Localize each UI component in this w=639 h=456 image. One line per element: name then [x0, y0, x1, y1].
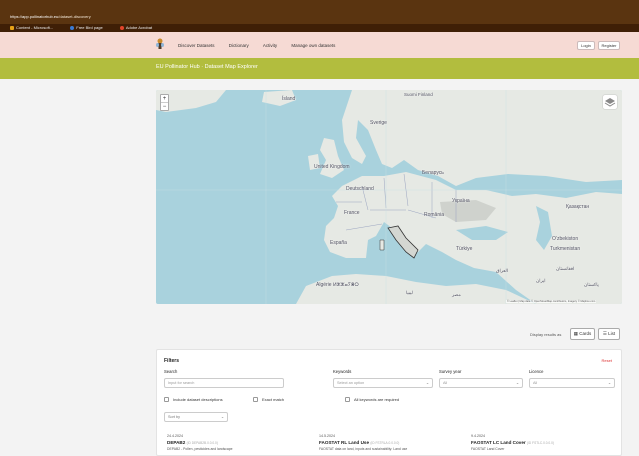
bookmark-item[interactable]: Free Bird page	[70, 25, 110, 30]
card-id: (ID FSTLC.0.0.0.0)	[526, 441, 554, 445]
sort-by-select[interactable]: Sort by ⌄	[164, 412, 228, 422]
map-label: العراق	[496, 268, 509, 273]
map-label: Algérie ⵍⵣⵣⴰⵢⴻⵔ	[316, 282, 359, 288]
chevron-down-icon: ⌄	[515, 381, 519, 385]
map-label: Україна	[452, 198, 470, 204]
include-descriptions-checkbox[interactable]: Include dataset descriptions	[164, 397, 223, 403]
map-view[interactable]: Ísland Suomi Finland Sverige United King…	[156, 90, 622, 304]
chevron-down-icon: ⌄	[607, 381, 611, 385]
map-label: پاکستان	[584, 282, 599, 287]
chevron-down-icon: ⌄	[425, 381, 429, 385]
main-nav: Discover Datasets Dictionary Activity Ma…	[178, 43, 348, 48]
exact-match-checkbox[interactable]: Exact match	[253, 397, 284, 403]
licence-label: Licence	[529, 369, 544, 374]
zoom-control: + −	[160, 94, 169, 111]
map-label: مصر	[452, 292, 461, 297]
layers-button[interactable]	[603, 95, 617, 109]
checkbox-icon	[253, 397, 258, 403]
filters-panel: Filters Reset Search Input for search Ke…	[156, 349, 622, 456]
page-title: EU Pollinator Hub · Dataset Map Explorer	[156, 64, 258, 70]
reset-link[interactable]: Reset	[602, 358, 612, 363]
login-button[interactable]: Login	[577, 41, 595, 50]
map-label: Қазақстан	[566, 204, 590, 210]
nav-discover-datasets[interactable]: Discover Datasets	[178, 43, 215, 48]
zoom-in-button[interactable]: +	[161, 95, 168, 103]
card-date: 14.5.2024	[319, 434, 335, 438]
url-host: https://app.pollinatorhub.eu	[10, 14, 59, 19]
keywords-label: Keywords	[333, 369, 352, 374]
map-label: ليبيا	[406, 290, 413, 295]
card-description: FAOSTAT Land Cover	[471, 447, 505, 451]
search-label: Search	[164, 369, 178, 374]
list-icon: ☰	[602, 331, 607, 336]
card-description: FAOSTAT data on land, inputs and sustain…	[319, 447, 408, 451]
map-label: United Kingdom	[314, 164, 350, 170]
all-keywords-checkbox[interactable]: All keywords are required	[345, 397, 399, 403]
map-label: España	[330, 240, 347, 246]
bookmark-icon	[70, 25, 75, 30]
map-label: Deutschland	[346, 186, 374, 192]
display-results-label: Display results as	[530, 332, 562, 337]
card-date: 24.4.2024	[167, 434, 183, 438]
bookmarks-bar: Content - Microsoft... Free Bird page Ad…	[0, 24, 639, 32]
map-label: Suomi Finland	[404, 92, 433, 97]
checkbox-icon	[345, 397, 350, 403]
search-input[interactable]: Input for search	[164, 378, 284, 388]
map-label: France	[344, 210, 360, 216]
address-bar[interactable]: https://app.pollinatorhub.eu/dataset-dis…	[0, 12, 639, 21]
card-title[interactable]: DEPAB2	[167, 440, 185, 445]
map-label: Türkiye	[456, 246, 473, 252]
map-label: Беларусь	[422, 170, 444, 176]
card-description: DEPAB2 - Pollen, pesticides and landscap…	[167, 447, 233, 451]
map-label: Sverige	[370, 120, 387, 126]
survey-year-select[interactable]: All ⌄	[439, 378, 523, 388]
nav-activity[interactable]: Activity	[263, 43, 277, 48]
map-label: Ísland	[282, 96, 296, 102]
card-id: (ID DEPAB2B.0.0.0.0)	[186, 441, 218, 445]
map-tiles	[156, 90, 622, 304]
page-title-bar: EU Pollinator Hub · Dataset Map Explorer	[0, 58, 639, 79]
register-button[interactable]: Register	[598, 41, 620, 50]
map-attribution[interactable]: © Leaflet | Map data © OpenStreetMap con…	[506, 300, 597, 303]
grid-icon: ▦	[573, 331, 578, 336]
nav-dictionary[interactable]: Dictionary	[229, 43, 249, 48]
survey-year-label: Survey year	[439, 369, 462, 374]
card-date: 9.4.2024	[471, 434, 485, 438]
map-label: افغانستان	[556, 266, 575, 271]
zoom-out-button[interactable]: −	[161, 103, 168, 111]
dataset-card[interactable]: 14.5.2024 FAOSTAT RL Land Use (ID FSTRLA…	[319, 434, 407, 451]
pollinator-logo-icon[interactable]	[156, 38, 164, 51]
licence-select[interactable]: All ⌄	[529, 378, 615, 388]
chevron-down-icon: ⌄	[220, 415, 224, 419]
url-path: /dataset-discovery	[58, 14, 91, 19]
bookmark-icon	[119, 25, 124, 30]
list-view-button[interactable]: ☰ List	[598, 328, 620, 340]
nav-manage-own-datasets[interactable]: Manage own datasets	[291, 43, 335, 48]
filters-title: Filters	[164, 358, 180, 364]
bookmark-item[interactable]: Content - Microsoft...	[10, 25, 61, 30]
map-label: România	[424, 212, 445, 218]
checkbox-icon	[164, 397, 169, 403]
card-id: (ID FSTRLA.0.0.0.0)	[370, 441, 400, 445]
card-title[interactable]: FAOSTAT LC Land Cover	[471, 440, 526, 445]
card-title[interactable]: FAOSTAT RL Land Use	[319, 440, 369, 445]
dataset-card[interactable]: 9.4.2024 FAOSTAT LC Land Cover (ID FSTLC…	[471, 434, 554, 451]
map-label: Turkmenistan	[550, 246, 581, 252]
bookmark-item[interactable]: Adobe Acrobat	[119, 25, 160, 30]
map-label: ایران	[536, 278, 546, 283]
dataset-card[interactable]: 24.4.2024 DEPAB2 (ID DEPAB2B.0.0.0.0) DE…	[167, 434, 233, 451]
bookmark-icon	[10, 25, 14, 30]
map-label: O‘zbekiston	[552, 236, 579, 242]
keywords-select[interactable]: Select an option ⌄	[333, 378, 433, 388]
cards-view-button[interactable]: ▦ Cards	[570, 328, 595, 340]
layers-icon	[604, 98, 616, 107]
